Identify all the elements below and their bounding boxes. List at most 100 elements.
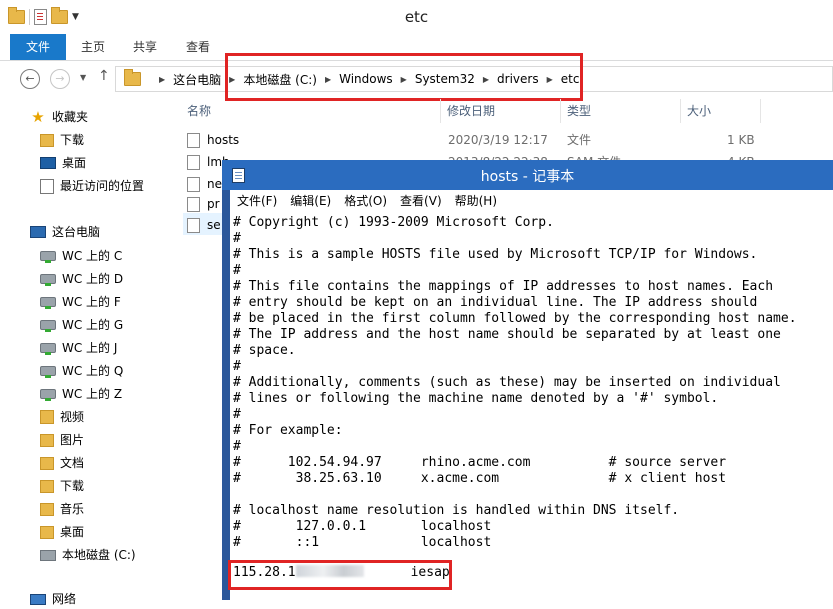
network-icon: [30, 593, 46, 605]
breadcrumb-separator-icon[interactable]: ▶: [159, 75, 165, 84]
downloads-folder-icon: [40, 133, 54, 147]
tab-home[interactable]: 主页: [72, 34, 114, 60]
column-header-type[interactable]: 类型: [561, 99, 681, 123]
file-row[interactable]: ne: [187, 173, 227, 195]
up-button[interactable]: ↑: [98, 68, 110, 84]
nav-drive-c[interactable]: WC 上的 C: [40, 246, 122, 266]
nav-downloads[interactable]: 下载: [40, 476, 84, 496]
file-name: hosts: [207, 133, 240, 147]
file-name: pr: [207, 197, 220, 211]
breadcrumb-system32[interactable]: System32: [415, 72, 475, 86]
nav-desktop[interactable]: 桌面: [40, 522, 84, 542]
nav-label: 音乐: [60, 502, 85, 516]
nav-music[interactable]: 音乐: [40, 499, 84, 519]
nav-label: 桌面: [60, 525, 85, 539]
navigation-pane: ★ 收藏夹 下载 桌面 最近访问的位置 这台电脑 WC 上的 C WC 上的 D …: [0, 95, 168, 606]
menu-view[interactable]: 查看(V): [393, 192, 448, 209]
nav-videos[interactable]: 视频: [40, 407, 84, 427]
network-drive-icon: [40, 297, 56, 309]
menu-format[interactable]: 格式(O): [337, 192, 393, 209]
nav-label: 文档: [60, 456, 85, 470]
file-icon: [187, 133, 200, 148]
column-header-size[interactable]: 大小: [681, 99, 761, 123]
breadcrumb-separator-icon[interactable]: ▶: [401, 75, 407, 84]
file-name: ne: [207, 177, 222, 191]
nav-favorites[interactable]: ★ 收藏夹: [30, 107, 88, 127]
tab-view[interactable]: 查看: [177, 34, 219, 60]
added-entry-ip: 115.28.1: [233, 565, 296, 580]
notepad-text-area[interactable]: # Copyright (c) 1993-2009 Microsoft Corp…: [228, 210, 833, 600]
breadcrumb-windows[interactable]: Windows: [339, 72, 393, 86]
desktop-folder-icon: [40, 525, 54, 539]
column-header-name[interactable]: 名称: [181, 99, 441, 123]
file-row[interactable]: hosts 2020/3/19 12:17 文件 1 KB: [187, 129, 767, 151]
menu-file[interactable]: 文件(F): [230, 192, 283, 209]
nav-label: 网络: [52, 592, 77, 606]
network-drive-icon: [40, 389, 56, 401]
tab-share[interactable]: 共享: [124, 34, 166, 60]
network-drive-icon: [40, 251, 56, 263]
pictures-folder-icon: [40, 433, 54, 447]
notepad-window: hosts - 记事本 文件(F) 编辑(E) 格式(O) 查看(V) 帮助(H…: [222, 160, 833, 600]
nav-fav-desktop[interactable]: 桌面: [40, 153, 86, 173]
breadcrumb-separator-icon[interactable]: ▶: [325, 75, 331, 84]
nav-network[interactable]: 网络: [30, 589, 76, 609]
recent-locations-icon[interactable]: ▼: [80, 73, 86, 82]
breadcrumb-separator-icon[interactable]: ▶: [229, 75, 235, 84]
file-row[interactable]: se: [187, 214, 227, 236]
nav-this-pc[interactable]: 这台电脑: [30, 222, 100, 242]
nav-label: WC 上的 C: [62, 249, 123, 263]
nav-drive-j[interactable]: WC 上的 J: [40, 338, 117, 358]
computer-icon: [30, 226, 46, 238]
breadcrumb-etc[interactable]: etc: [561, 72, 580, 86]
file-icon: [187, 177, 200, 192]
notepad-menubar: 文件(F) 编辑(E) 格式(O) 查看(V) 帮助(H): [230, 190, 833, 210]
nav-fav-downloads[interactable]: 下载: [40, 130, 84, 150]
nav-documents[interactable]: 文档: [40, 453, 84, 473]
menu-help[interactable]: 帮助(H): [448, 192, 503, 209]
tab-file[interactable]: 文件: [10, 34, 66, 60]
nav-label: WC 上的 G: [62, 318, 124, 332]
nav-drive-d[interactable]: WC 上的 D: [40, 269, 123, 289]
address-bar[interactable]: ▶ 这台电脑 ▶ 本地磁盘 (C:) ▶ Windows ▶ System32 …: [115, 66, 833, 92]
breadcrumb-separator-icon[interactable]: ▶: [547, 75, 553, 84]
nav-label: WC 上的 D: [62, 272, 124, 286]
nav-drive-z[interactable]: WC 上的 Z: [40, 384, 122, 404]
videos-folder-icon: [40, 410, 54, 424]
file-row[interactable]: pr: [187, 193, 227, 215]
nav-local-disk-c[interactable]: 本地磁盘 (C:): [40, 545, 136, 565]
nav-label: 收藏夹: [52, 110, 89, 124]
explorer-titlebar: ▼ etc: [0, 0, 833, 34]
nav-label: WC 上的 Q: [62, 364, 124, 378]
nav-label: 下载: [60, 479, 85, 493]
network-drive-icon: [40, 320, 56, 332]
breadcrumb-separator-icon[interactable]: ▶: [483, 75, 489, 84]
nav-drive-q[interactable]: WC 上的 Q: [40, 361, 123, 381]
file-type: 文件: [567, 133, 592, 147]
file-date: 2020/3/19 12:17: [448, 133, 548, 147]
nav-label: 最近访问的位置: [60, 179, 145, 193]
breadcrumb-drivers[interactable]: drivers: [497, 72, 539, 86]
nav-label: 图片: [60, 433, 85, 447]
nav-drive-f[interactable]: WC 上的 F: [40, 292, 121, 312]
hosts-file-content: # Copyright (c) 1993-2009 Microsoft Corp…: [233, 215, 797, 550]
column-header-date[interactable]: 修改日期: [441, 99, 561, 123]
breadcrumb-this-pc[interactable]: 这台电脑: [173, 71, 221, 88]
forward-button[interactable]: →: [50, 69, 70, 89]
nav-label: 下载: [60, 133, 85, 147]
menu-edit[interactable]: 编辑(E): [283, 192, 337, 209]
nav-label: 桌面: [62, 156, 87, 170]
network-drive-icon: [40, 274, 56, 286]
recent-places-icon: [40, 178, 54, 194]
nav-pictures[interactable]: 图片: [40, 430, 84, 450]
notepad-titlebar[interactable]: hosts - 记事本: [222, 160, 833, 190]
back-button[interactable]: ←: [20, 69, 40, 89]
downloads-folder-icon: [40, 479, 54, 493]
added-hosts-entry: 115.28.1 iesap: [233, 565, 450, 581]
nav-label: 本地磁盘 (C:): [62, 548, 136, 562]
network-drive-icon: [40, 343, 56, 355]
nav-fav-recent[interactable]: 最近访问的位置: [40, 176, 144, 196]
breadcrumb-local-disk[interactable]: 本地磁盘 (C:): [243, 71, 317, 88]
breadcrumb: ▶ 这台电脑 ▶ 本地磁盘 (C:) ▶ Windows ▶ System32 …: [120, 67, 579, 91]
nav-drive-g[interactable]: WC 上的 G: [40, 315, 123, 335]
